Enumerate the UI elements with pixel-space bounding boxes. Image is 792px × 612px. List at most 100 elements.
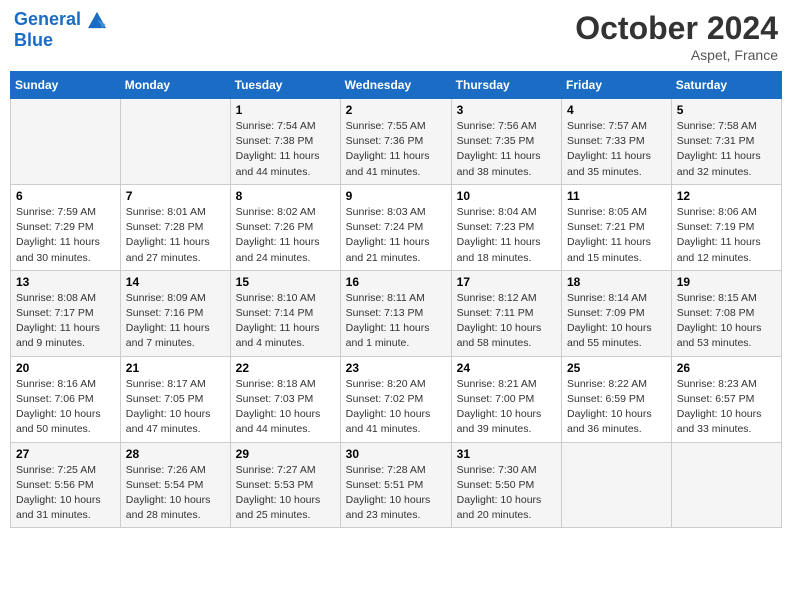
day-info: Sunrise: 7:56 AMSunset: 7:35 PMDaylight:…	[457, 119, 556, 180]
day-info: Sunrise: 8:09 AMSunset: 7:16 PMDaylight:…	[126, 291, 225, 352]
calendar-cell: 17 Sunrise: 8:12 AMSunset: 7:11 PMDayligh…	[451, 270, 561, 356]
calendar-cell: 22Sunrise: 8:18 AMSunset: 7:03 PMDayligh…	[230, 356, 340, 442]
calendar-week-row: 27 Sunrise: 7:25 AMSunset: 5:56 PMDayligh…	[11, 442, 782, 528]
day-info: Sunrise: 8:17 AMSunset: 7:05 PMDaylight:…	[126, 377, 225, 438]
calendar-cell: 28 Sunrise: 7:26 AMSunset: 5:54 PMDayligh…	[120, 442, 230, 528]
logo-blue: Blue	[14, 30, 106, 51]
weekday-header: Sunday	[11, 72, 121, 99]
day-number: 5	[677, 103, 776, 117]
day-number: 24	[457, 361, 556, 375]
day-number: 25	[567, 361, 666, 375]
day-number: 19	[677, 275, 776, 289]
weekday-header: Friday	[562, 72, 672, 99]
day-info: Sunrise: 7:25 AMSunset: 5:56 PMDaylight:…	[16, 463, 115, 524]
day-number: 2	[346, 103, 446, 117]
calendar-cell: 7 Sunrise: 8:01 AMSunset: 7:28 PMDaylight…	[120, 184, 230, 270]
day-number: 10	[457, 189, 556, 203]
day-info: Sunrise: 8:10 AMSunset: 7:14 PMDaylight:…	[236, 291, 335, 352]
day-info: Sunrise: 8:12 AMSunset: 7:11 PMDaylight:…	[457, 291, 556, 352]
day-number: 13	[16, 275, 115, 289]
calendar-cell: 11 Sunrise: 8:05 AMSunset: 7:21 PMDayligh…	[562, 184, 672, 270]
day-info: Sunrise: 8:05 AMSunset: 7:21 PMDaylight:…	[567, 205, 666, 266]
day-number: 29	[236, 447, 335, 461]
weekday-header: Saturday	[671, 72, 781, 99]
calendar-cell: 16Sunrise: 8:11 AMSunset: 7:13 PMDayligh…	[340, 270, 451, 356]
day-number: 20	[16, 361, 115, 375]
calendar-week-row: 6Sunrise: 7:59 AMSunset: 7:29 PMDaylight…	[11, 184, 782, 270]
calendar-cell: 13Sunrise: 8:08 AMSunset: 7:17 PMDayligh…	[11, 270, 121, 356]
day-info: Sunrise: 7:55 AMSunset: 7:36 PMDaylight:…	[346, 119, 446, 180]
calendar-cell: 8 Sunrise: 8:02 AMSunset: 7:26 PMDaylight…	[230, 184, 340, 270]
calendar-cell: 30 Sunrise: 7:28 AMSunset: 5:51 PMDayligh…	[340, 442, 451, 528]
day-number: 31	[457, 447, 556, 461]
day-number: 12	[677, 189, 776, 203]
calendar-cell: 20 Sunrise: 8:16 AMSunset: 7:06 PMDayligh…	[11, 356, 121, 442]
calendar-cell: 14 Sunrise: 8:09 AMSunset: 7:16 PMDayligh…	[120, 270, 230, 356]
weekday-header: Monday	[120, 72, 230, 99]
weekday-header: Tuesday	[230, 72, 340, 99]
day-info: Sunrise: 8:21 AMSunset: 7:00 PMDaylight:…	[457, 377, 556, 438]
day-info: Sunrise: 8:15 AMSunset: 7:08 PMDaylight:…	[677, 291, 776, 352]
calendar-cell: 15 Sunrise: 8:10 AMSunset: 7:14 PMDayligh…	[230, 270, 340, 356]
day-info: Sunrise: 8:16 AMSunset: 7:06 PMDaylight:…	[16, 377, 115, 438]
logo: General Blue	[14, 10, 106, 51]
calendar-cell: 6Sunrise: 7:59 AMSunset: 7:29 PMDaylight…	[11, 184, 121, 270]
calendar-cell: 24 Sunrise: 8:21 AMSunset: 7:00 PMDayligh…	[451, 356, 561, 442]
calendar-cell: 18 Sunrise: 8:14 AMSunset: 7:09 PMDayligh…	[562, 270, 672, 356]
day-number: 8	[236, 189, 335, 203]
day-number: 14	[126, 275, 225, 289]
day-number: 17	[457, 275, 556, 289]
day-info: Sunrise: 7:59 AMSunset: 7:29 PMDaylight:…	[16, 205, 115, 266]
day-info: Sunrise: 8:04 AMSunset: 7:23 PMDaylight:…	[457, 205, 556, 266]
day-number: 30	[346, 447, 446, 461]
calendar-cell	[120, 99, 230, 185]
calendar-cell: 12 Sunrise: 8:06 AMSunset: 7:19 PMDayligh…	[671, 184, 781, 270]
day-number: 21	[126, 361, 225, 375]
calendar-cell: 31 Sunrise: 7:30 AMSunset: 5:50 PMDayligh…	[451, 442, 561, 528]
calendar-cell: 9Sunrise: 8:03 AMSunset: 7:24 PMDaylight…	[340, 184, 451, 270]
day-number: 1	[236, 103, 335, 117]
day-info: Sunrise: 8:22 AMSunset: 6:59 PMDaylight:…	[567, 377, 666, 438]
day-info: Sunrise: 7:58 AMSunset: 7:31 PMDaylight:…	[677, 119, 776, 180]
day-number: 4	[567, 103, 666, 117]
day-info: Sunrise: 8:06 AMSunset: 7:19 PMDaylight:…	[677, 205, 776, 266]
calendar-week-row: 1 Sunrise: 7:54 AMSunset: 7:38 PMDaylight…	[11, 99, 782, 185]
day-info: Sunrise: 8:02 AMSunset: 7:26 PMDaylight:…	[236, 205, 335, 266]
calendar-cell: 19 Sunrise: 8:15 AMSunset: 7:08 PMDayligh…	[671, 270, 781, 356]
calendar-cell	[562, 442, 672, 528]
day-info: Sunrise: 7:27 AMSunset: 5:53 PMDaylight:…	[236, 463, 335, 524]
day-number: 15	[236, 275, 335, 289]
day-info: Sunrise: 7:57 AMSunset: 7:33 PMDaylight:…	[567, 119, 666, 180]
day-number: 11	[567, 189, 666, 203]
calendar-cell: 26 Sunrise: 8:23 AMSunset: 6:57 PMDayligh…	[671, 356, 781, 442]
calendar-table: SundayMondayTuesdayWednesdayThursdayFrid…	[10, 71, 782, 528]
calendar-week-row: 13Sunrise: 8:08 AMSunset: 7:17 PMDayligh…	[11, 270, 782, 356]
calendar-cell: 23 Sunrise: 8:20 AMSunset: 7:02 PMDayligh…	[340, 356, 451, 442]
day-number: 23	[346, 361, 446, 375]
day-info: Sunrise: 7:54 AMSunset: 7:38 PMDaylight:…	[236, 119, 335, 180]
day-info: Sunrise: 8:20 AMSunset: 7:02 PMDaylight:…	[346, 377, 446, 438]
logo-text: General	[14, 10, 106, 30]
day-number: 27	[16, 447, 115, 461]
day-number: 26	[677, 361, 776, 375]
weekday-header: Wednesday	[340, 72, 451, 99]
day-info: Sunrise: 8:18 AMSunset: 7:03 PMDaylight:…	[236, 377, 335, 438]
calendar-cell: 5 Sunrise: 7:58 AMSunset: 7:31 PMDaylight…	[671, 99, 781, 185]
day-number: 18	[567, 275, 666, 289]
calendar-cell: 21 Sunrise: 8:17 AMSunset: 7:05 PMDayligh…	[120, 356, 230, 442]
calendar-cell: 2 Sunrise: 7:55 AMSunset: 7:36 PMDaylight…	[340, 99, 451, 185]
day-number: 28	[126, 447, 225, 461]
day-number: 16	[346, 275, 446, 289]
day-number: 7	[126, 189, 225, 203]
day-info: Sunrise: 8:14 AMSunset: 7:09 PMDaylight:…	[567, 291, 666, 352]
day-info: Sunrise: 7:30 AMSunset: 5:50 PMDaylight:…	[457, 463, 556, 524]
day-number: 9	[346, 189, 446, 203]
day-info: Sunrise: 7:28 AMSunset: 5:51 PMDaylight:…	[346, 463, 446, 524]
day-info: Sunrise: 7:26 AMSunset: 5:54 PMDaylight:…	[126, 463, 225, 524]
weekday-header: Thursday	[451, 72, 561, 99]
calendar-cell: 25 Sunrise: 8:22 AMSunset: 6:59 PMDayligh…	[562, 356, 672, 442]
calendar-cell: 29 Sunrise: 7:27 AMSunset: 5:53 PMDayligh…	[230, 442, 340, 528]
calendar-cell: 3Sunrise: 7:56 AMSunset: 7:35 PMDaylight…	[451, 99, 561, 185]
day-info: Sunrise: 8:01 AMSunset: 7:28 PMDaylight:…	[126, 205, 225, 266]
day-info: Sunrise: 8:23 AMSunset: 6:57 PMDaylight:…	[677, 377, 776, 438]
